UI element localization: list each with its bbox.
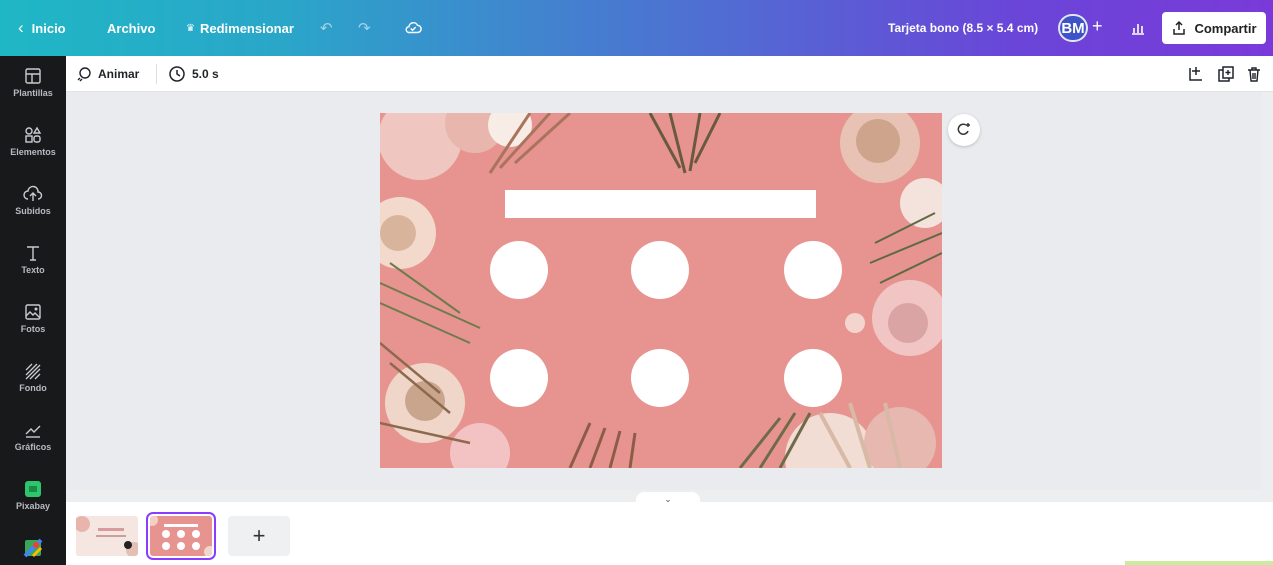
- add-page-icon[interactable]: [1187, 65, 1205, 83]
- avatar[interactable]: BM: [1058, 14, 1088, 42]
- share-button[interactable]: Compartir: [1162, 12, 1266, 44]
- charts-icon: [25, 425, 41, 438]
- title-placeholder-bar[interactable]: [505, 190, 816, 218]
- redo-icon[interactable]: ↷: [358, 0, 371, 56]
- page-thumbnail[interactable]: [76, 516, 138, 556]
- chevron-left-icon: ‹: [18, 18, 24, 37]
- resize-label: Redimensionar: [199, 20, 294, 36]
- duplicate-page-icon[interactable]: [1217, 65, 1235, 83]
- document-title[interactable]: Tarjeta bono (8.5 × 5.4 cm): [888, 0, 1038, 56]
- stamp-circle[interactable]: [784, 241, 842, 299]
- sidebar-item-label: Gráficos: [14, 442, 52, 452]
- undo-icon[interactable]: ↶: [320, 0, 333, 56]
- cloud-saved-icon[interactable]: [404, 0, 422, 56]
- duration-label: 5.0 s: [192, 67, 219, 81]
- refresh-sparkle-icon: [957, 123, 970, 135]
- sidebar-item-photos[interactable]: Fotos: [0, 302, 66, 354]
- stamp-circle[interactable]: [631, 241, 689, 299]
- vertical-scrollbar[interactable]: [1262, 92, 1273, 502]
- home-label: Inicio: [31, 20, 66, 36]
- design-page[interactable]: [380, 113, 942, 468]
- sidebar-item-label: Fotos: [20, 324, 46, 334]
- text-icon: [27, 246, 39, 261]
- crown-icon: ♛: [186, 22, 195, 34]
- file-menu-button[interactable]: Archivo: [107, 0, 155, 56]
- maps-icon: [23, 538, 43, 558]
- stamp-circle[interactable]: [490, 241, 548, 299]
- sidebar-item-templates[interactable]: Plantillas: [0, 66, 66, 118]
- top-bar: ‹ Inicio Archivo ♛ Redimensionar ↶ ↷ Tar…: [0, 0, 1273, 56]
- animate-icon: [77, 67, 91, 82]
- pages-strip: +: [66, 502, 1273, 565]
- sidebar-item-label: Elementos: [10, 147, 56, 157]
- sidebar: Plantillas Elementos Subidos Texto Fotos…: [0, 56, 66, 565]
- sidebar-item-label: Texto: [21, 265, 45, 275]
- photos-icon: [25, 304, 41, 320]
- stamp-circle[interactable]: [631, 349, 689, 407]
- animate-button[interactable]: Animar: [76, 56, 139, 92]
- editor-toolbar: Animar 5.0 s: [66, 56, 1273, 92]
- toolbar-divider: [156, 64, 157, 84]
- share-label: Compartir: [1194, 20, 1257, 36]
- sidebar-item-background[interactable]: Fondo: [0, 361, 66, 413]
- elements-icon: [25, 126, 42, 143]
- share-icon: [1173, 20, 1186, 35]
- sidebar-item-maps[interactable]: [0, 538, 66, 565]
- page-thumbnail-selected[interactable]: [146, 512, 216, 560]
- sidebar-item-label: Pixabay: [15, 501, 51, 511]
- sidebar-item-label: Subidos: [15, 206, 51, 216]
- background-icon: [25, 363, 41, 380]
- stamp-circle[interactable]: [784, 349, 842, 407]
- resize-button[interactable]: ♛ Redimensionar: [186, 0, 294, 56]
- upload-icon: [23, 185, 43, 201]
- home-button[interactable]: ‹ Inicio: [18, 0, 66, 56]
- sidebar-item-pixabay[interactable]: Pixabay: [0, 479, 66, 531]
- stamp-circle[interactable]: [490, 349, 548, 407]
- duration-button[interactable]: 5.0 s: [168, 56, 219, 92]
- delete-page-icon[interactable]: [1245, 65, 1263, 83]
- magic-refresh-button[interactable]: [948, 114, 980, 146]
- pixabay-icon: [25, 481, 41, 497]
- templates-icon: [25, 68, 41, 84]
- sidebar-item-label: Fondo: [19, 383, 47, 393]
- sidebar-item-uploads[interactable]: Subidos: [0, 184, 66, 236]
- sidebar-item-text[interactable]: Texto: [0, 243, 66, 295]
- add-page-button[interactable]: +: [228, 516, 290, 556]
- notification-strip: [1125, 561, 1273, 565]
- sidebar-item-charts[interactable]: Gráficos: [0, 420, 66, 472]
- sidebar-item-elements[interactable]: Elementos: [0, 125, 66, 177]
- animate-label: Animar: [98, 67, 140, 81]
- add-member-button[interactable]: +: [1092, 16, 1103, 37]
- clock-icon: [169, 66, 185, 82]
- sidebar-item-label: Plantillas: [13, 88, 53, 98]
- stats-icon[interactable]: [1124, 14, 1152, 42]
